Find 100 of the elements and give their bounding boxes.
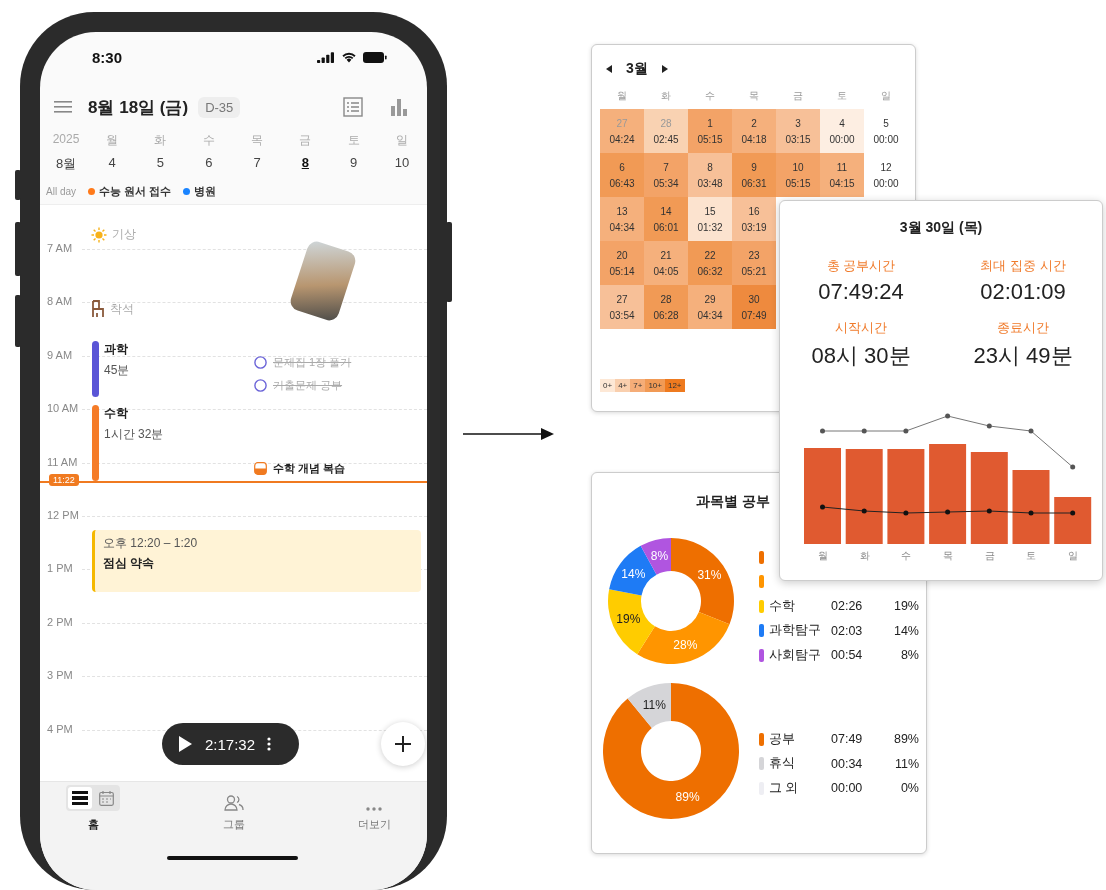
timer-button[interactable]: 2:17:32 (162, 723, 299, 765)
nav-tab[interactable]: 그룹 (202, 788, 265, 832)
more-vertical-icon (267, 737, 272, 751)
date-tab[interactable]: 4 (88, 155, 137, 173)
day-cell[interactable]: 15 01:32 (688, 197, 732, 241)
day-axis-label: 화 (858, 549, 871, 563)
stat-label: 종료시간 (997, 319, 1049, 337)
day-cell[interactable]: 9 06:31 (732, 153, 776, 197)
day-cell[interactable]: 23 05:21 (732, 241, 776, 285)
start-time-point (820, 504, 825, 510)
day-cell[interactable]: 13 04:34 (600, 197, 644, 241)
all-day-event[interactable]: 수능 원서 접수 (99, 183, 172, 199)
hour-label: 2 PM (47, 615, 73, 628)
day-cell[interactable]: 21 04:05 (644, 241, 688, 285)
legend-percent: 19% (892, 599, 919, 614)
day-cell[interactable]: 3 03:15 (776, 109, 820, 153)
weekday-label: 화 (153, 132, 168, 149)
d-day-badge: D-35 (198, 96, 241, 118)
all-day-event[interactable]: 병원 (194, 183, 217, 199)
day-cell[interactable]: 30 07:49 (732, 285, 776, 329)
date-tab[interactable]: 7 (232, 155, 282, 173)
duration-label: 1시간 32분 (104, 426, 164, 443)
weekday-label: 토 (836, 89, 848, 103)
day-cell[interactable]: 4 00:00 (820, 109, 864, 153)
weekday-label: 수 (201, 132, 216, 149)
legend-time: 00:00 (831, 781, 864, 796)
stat-label: 시작시간 (835, 319, 887, 337)
routine-label: 기상 (112, 226, 136, 243)
date-tab[interactable]: 9 (329, 155, 378, 173)
year-label: 2025 (51, 132, 81, 148)
slice-label: 89% (675, 790, 700, 805)
hour-label: 8 AM (47, 295, 73, 308)
routine-label: 착석 (110, 300, 134, 318)
all-day-label: All day (46, 185, 76, 197)
legend-label: 그 외 (769, 779, 800, 797)
day-cell[interactable]: 20 05:14 (600, 241, 644, 285)
day-cell[interactable]: 16 03:19 (732, 197, 776, 241)
start-time-point (1070, 510, 1076, 516)
weekday-label: 목 (250, 132, 265, 149)
event-card[interactable]: 오후 12:20 – 1:20 점심 약속 (92, 530, 421, 592)
day-cell[interactable]: 22 06:32 (688, 241, 732, 285)
day-cell[interactable]: 28 02:45 (644, 109, 688, 153)
hour-label: 11 AM (47, 455, 78, 468)
day-cell[interactable]: 27 04:24 (600, 109, 644, 153)
event-time: 오후 12:20 – 1:20 (103, 535, 199, 552)
todo-item[interactable]: 수학 개념 복습 (273, 461, 346, 476)
hour-label: 1 PM (47, 562, 73, 575)
day-cell[interactable]: 28 06:28 (644, 285, 688, 329)
slice-label: 31% (697, 567, 722, 582)
day-cell[interactable]: 29 04:34 (688, 285, 732, 329)
day-cell[interactable]: 27 03:54 (600, 285, 644, 329)
scale-swatch: 10+ (645, 379, 665, 392)
day-cell[interactable]: 7 05:34 (644, 153, 688, 197)
view-toggle[interactable] (68, 787, 92, 809)
day-cell[interactable]: 8 03:48 (688, 153, 732, 197)
date-tab[interactable]: 6 (184, 155, 233, 173)
stat-value: 07:49:24 (818, 279, 904, 305)
event-title: 점심 약속 (103, 555, 156, 572)
legend-label: 휴식 (769, 755, 796, 773)
weekday-label: 금 (298, 132, 313, 149)
day-cell[interactable]: 14 06:01 (644, 197, 688, 241)
day-cell[interactable]: 1 05:15 (688, 109, 732, 153)
date-tab[interactable]: 5 (136, 155, 185, 173)
slice-label: 8% (650, 548, 669, 563)
menu-icon[interactable] (54, 101, 72, 113)
day-cell[interactable]: 6 06:43 (600, 153, 644, 197)
month-label: 8월 (54, 155, 78, 173)
hour-label: 12 PM (47, 509, 79, 521)
bar-chart-icon[interactable] (389, 97, 409, 117)
stat-value: 02:01:09 (980, 279, 1066, 305)
legend-time: 00:54 (831, 648, 864, 663)
day-cell[interactable]: 10 05:15 (776, 153, 820, 197)
legend-label: 과학탐구 (769, 622, 822, 640)
legend-time: 00:34 (831, 756, 864, 771)
end-time-point (1070, 464, 1076, 470)
study-time-bar (1054, 497, 1092, 544)
day-cell[interactable]: 2 04:18 (732, 109, 776, 153)
card-title: 과목별 공부 (696, 493, 770, 511)
date-tab[interactable]: 8 (281, 155, 330, 173)
start-time-point (945, 509, 951, 515)
previous-icon[interactable] (606, 65, 612, 73)
slice-label: 28% (673, 638, 698, 653)
battery-icon (363, 51, 387, 63)
end-time-point (820, 428, 825, 434)
status-time: 8:30 (92, 48, 123, 66)
chair-icon (91, 300, 105, 318)
legend-time: 02:26 (831, 599, 864, 614)
date-tab[interactable]: 10 (377, 155, 427, 173)
legend-label: 수학 (769, 597, 796, 615)
play-icon (178, 735, 193, 753)
add-button[interactable] (381, 722, 425, 766)
weekday-label: 토 (346, 132, 361, 149)
signal-icon (317, 51, 335, 63)
nav-tab[interactable]: 더보기 (343, 788, 405, 832)
next-icon[interactable] (661, 65, 668, 73)
end-time-point (903, 428, 909, 434)
start-time-point (903, 510, 909, 516)
day-axis-label: 일 (1066, 549, 1079, 563)
sun-icon (91, 226, 107, 243)
day-cell[interactable]: 11 04:15 (820, 153, 864, 197)
